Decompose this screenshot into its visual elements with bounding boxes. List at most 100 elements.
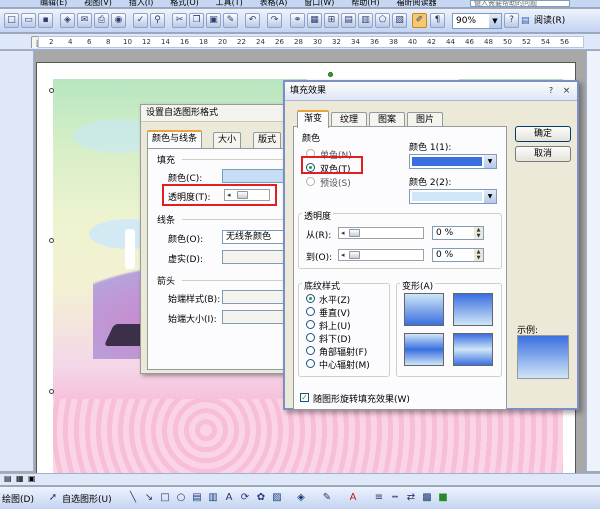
tab-size[interactable]: 大小 (213, 132, 242, 148)
menu-format[interactable]: 格式(O) (170, 0, 199, 7)
begin-style-select[interactable] (222, 290, 292, 304)
select-objects-icon[interactable]: ➚ (46, 491, 60, 505)
color2-select[interactable]: ▼ (409, 189, 497, 204)
variant-4[interactable] (453, 333, 493, 366)
chevron-down-icon[interactable]: ▼ (484, 190, 496, 203)
color1-select[interactable]: ▼ (409, 154, 497, 169)
format-painter-icon[interactable]: ✎ (223, 13, 238, 28)
save-icon[interactable]: ▪ (38, 13, 53, 28)
vertical-textbox-icon[interactable]: ▥ (206, 491, 220, 505)
rectangle-icon[interactable]: □ (158, 491, 172, 505)
zoom-select[interactable]: 90% ▼ (452, 13, 502, 29)
menu-help[interactable]: 帮助(H) (351, 0, 379, 7)
resize-handle[interactable] (49, 238, 54, 243)
research-icon[interactable]: ⚲ (150, 13, 165, 28)
arrow-icon[interactable]: ↘ (142, 491, 156, 505)
line-color-icon[interactable]: ✎ (320, 491, 334, 505)
fill-color-select[interactable] (222, 169, 292, 183)
help-icon[interactable]: ? (504, 13, 519, 28)
vertical-scrollbar[interactable] (586, 51, 600, 471)
spinner-arrows-icon[interactable]: ▲ ▼ (474, 249, 483, 261)
menu-insert[interactable]: 插入(I) (129, 0, 154, 7)
rotate-handle[interactable] (328, 72, 333, 77)
menu-view[interactable]: 视图(V) (84, 0, 112, 7)
drawing-icon[interactable]: ⬠ (375, 13, 390, 28)
draw-menu-button[interactable]: 绘图(D) (2, 492, 34, 505)
document-map-icon[interactable]: ▧ (392, 13, 407, 28)
arrow-left-icon[interactable]: ◂ (341, 250, 345, 260)
menu-foxit[interactable]: 福昕阅读器 (396, 0, 436, 7)
open-icon[interactable]: ▭ (21, 13, 36, 28)
3d-icon[interactable]: ■ (436, 491, 450, 505)
dash-select[interactable] (222, 250, 292, 264)
menu-edit[interactable]: 编辑(E) (40, 0, 67, 7)
tab-gradient[interactable]: 渐变 (297, 110, 329, 128)
variant-3[interactable] (404, 333, 444, 366)
mail-icon[interactable]: ✉ (77, 13, 92, 28)
shading-diagonal-down-radio[interactable] (306, 333, 315, 342)
slider-thumb[interactable] (349, 229, 360, 237)
from-spinner[interactable]: 0 % ▲ ▼ (432, 226, 484, 240)
tab-colors-lines[interactable]: 颜色与线条 (147, 130, 203, 148)
line-style-icon[interactable]: ≡ (372, 491, 386, 505)
to-slider[interactable]: ◂ (338, 249, 424, 261)
new-document-icon[interactable]: □ (4, 13, 19, 28)
ok-button[interactable]: 确定 (515, 126, 571, 142)
read-mode-button[interactable]: 阅读(R) (520, 13, 570, 29)
slider-thumb[interactable] (349, 251, 360, 259)
arrow-style-icon[interactable]: ⇄ (404, 491, 418, 505)
spelling-icon[interactable]: ✓ (133, 13, 148, 28)
menu-window[interactable]: 窗口(W) (304, 0, 334, 7)
insert-excel-icon[interactable]: ▤ (341, 13, 356, 28)
textbox-icon[interactable]: ▤ (190, 491, 204, 505)
to-spinner[interactable]: 0 % ▲ ▼ (432, 248, 484, 262)
line-color-select[interactable]: 无线条颜色 (222, 230, 292, 244)
shading-horizontal-radio[interactable] (306, 294, 315, 303)
variant-2[interactable] (453, 293, 493, 326)
copy-icon[interactable]: ❐ (189, 13, 204, 28)
close-icon[interactable]: × (560, 85, 573, 97)
help-icon[interactable]: ? (545, 85, 557, 97)
wordart-icon[interactable]: A (222, 491, 236, 505)
hyperlink-icon[interactable]: ⚭ (290, 13, 305, 28)
variant-1[interactable] (404, 293, 444, 326)
cancel-button[interactable]: 取消 (515, 146, 571, 162)
paste-icon[interactable]: ▣ (206, 13, 221, 28)
autoshapes-menu-button[interactable]: 自选图形(U) (62, 492, 112, 505)
menu-tools[interactable]: 工具(T) (216, 0, 243, 7)
drawing-toggle-icon[interactable]: ✐ (412, 13, 427, 28)
resize-handle[interactable] (49, 389, 54, 394)
dash-style-icon[interactable]: ┅ (388, 491, 402, 505)
rotate-with-shape-checkbox[interactable]: ✓ (300, 393, 309, 402)
tables-borders-icon[interactable]: ▦ (307, 13, 322, 28)
arrow-left-icon[interactable]: ◂ (341, 228, 345, 238)
picture-icon[interactable]: ▨ (270, 491, 284, 505)
spinner-arrows-icon[interactable]: ▲ ▼ (474, 227, 483, 239)
menu-table[interactable]: 表格(A) (260, 0, 288, 7)
redo-icon[interactable]: ↷ (267, 13, 282, 28)
cut-icon[interactable]: ✂ (172, 13, 187, 28)
print-view-icon[interactable]: ▣ (28, 474, 36, 483)
web-view-icon[interactable]: ▦ (16, 474, 24, 483)
print-preview-icon[interactable]: ◉ (111, 13, 126, 28)
diagram-icon[interactable]: ⟳ (238, 491, 252, 505)
normal-view-icon[interactable]: ▤ (4, 474, 12, 483)
columns-icon[interactable]: ▥ (358, 13, 373, 28)
help-search-input[interactable]: 键入需要帮助的问题 (470, 0, 570, 7)
tab-layout[interactable]: 版式 (253, 132, 282, 148)
show-hide-icon[interactable]: ¶ (430, 13, 445, 28)
oval-icon[interactable]: ○ (174, 491, 188, 505)
ruler-scale[interactable]: 2 4 6 8 10 12 14 16 18 20 22 24 26 28 30… (38, 36, 584, 48)
shadow-icon[interactable]: ▩ (420, 491, 434, 505)
insert-table-icon[interactable]: ⊞ (324, 13, 339, 28)
permission-icon[interactable]: ◈ (60, 13, 75, 28)
fill-color-icon[interactable]: ◈ (294, 491, 308, 505)
shading-diagonal-up-radio[interactable] (306, 320, 315, 329)
preset-radio[interactable] (306, 177, 315, 186)
chevron-down-icon[interactable]: ▼ (484, 155, 496, 168)
line-icon[interactable]: ╲ (126, 491, 140, 505)
font-color-icon[interactable]: A (346, 491, 360, 505)
begin-size-select[interactable] (222, 310, 292, 324)
resize-handle[interactable] (49, 88, 54, 93)
shading-center-radio[interactable] (306, 359, 315, 368)
